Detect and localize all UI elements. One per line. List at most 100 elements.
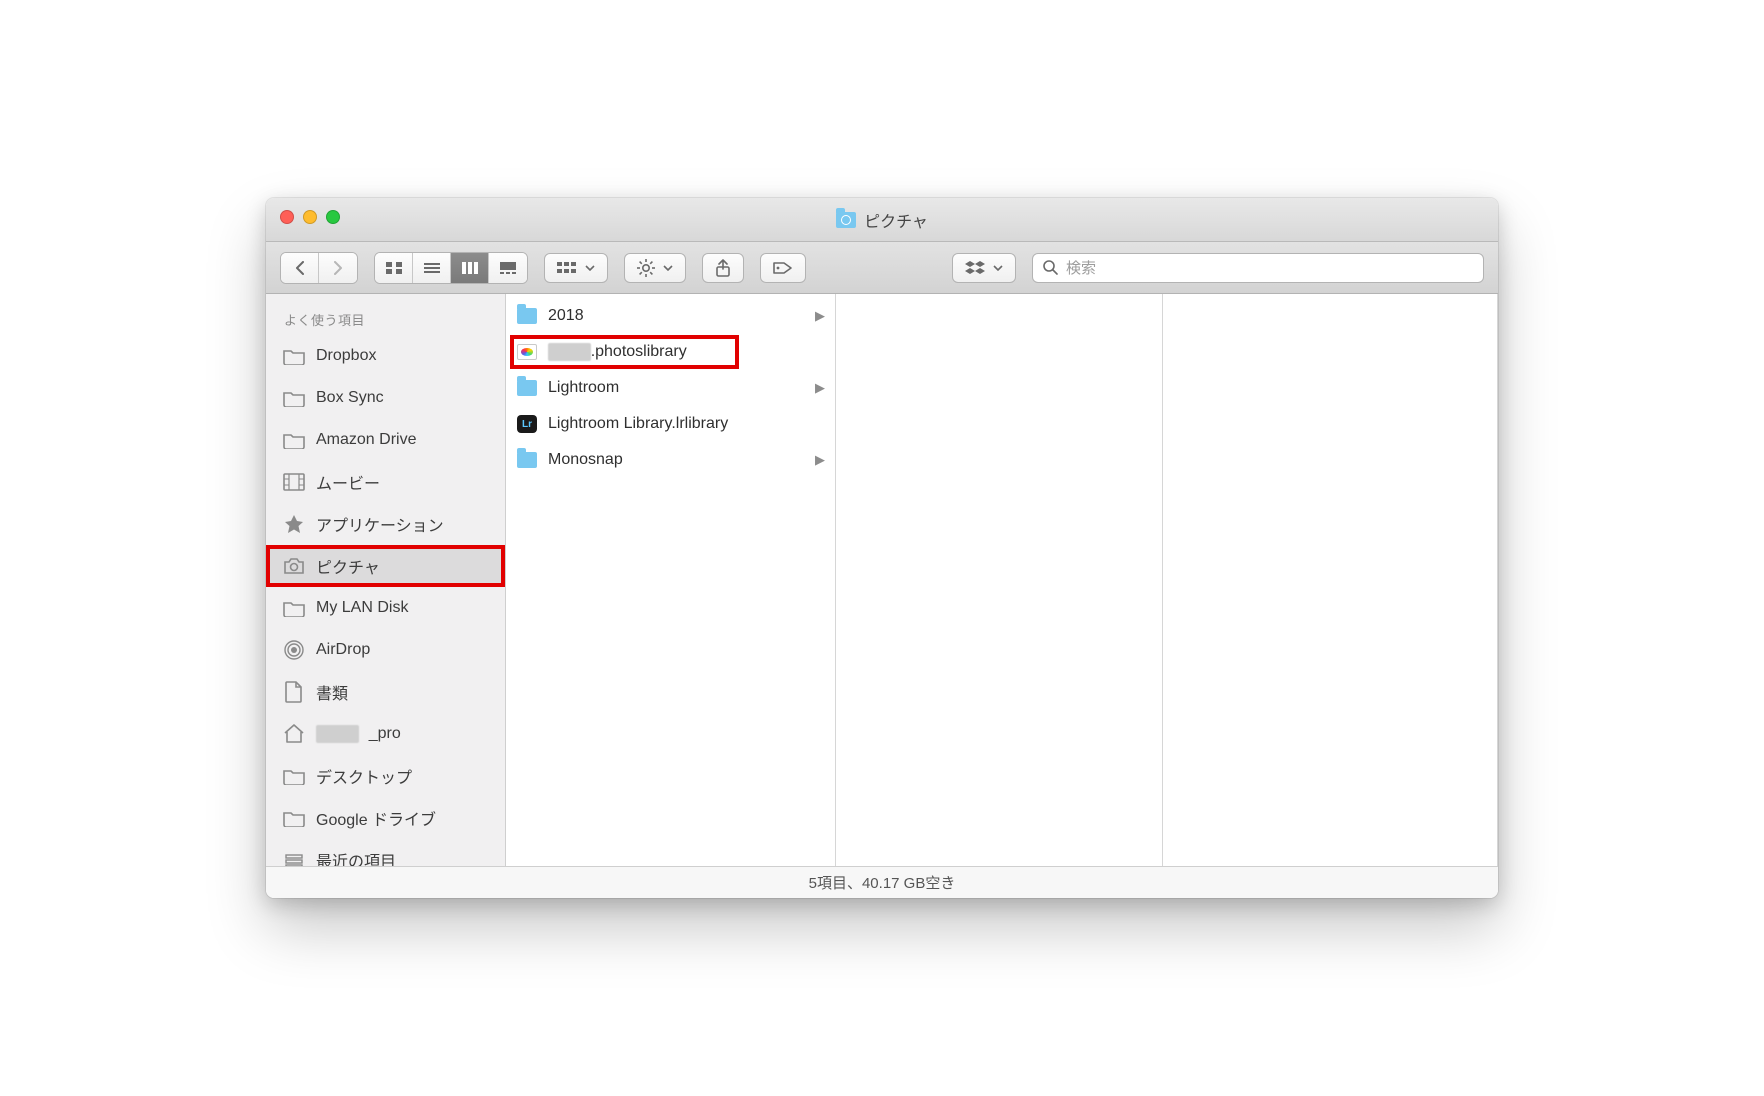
- sidebar-item-label: ムービー: [316, 470, 380, 494]
- sidebar-item-label: 最近の項目: [316, 848, 396, 866]
- search-icon: [1043, 260, 1058, 275]
- sidebar-item-12[interactable]: 最近の項目: [266, 839, 505, 866]
- close-button[interactable]: [280, 210, 294, 224]
- toolbar: 検索: [266, 242, 1498, 294]
- file-row-2[interactable]: Lightroom ▶: [506, 370, 835, 406]
- titlebar: ピクチャ: [266, 198, 1498, 242]
- file-name: Monosnap: [548, 451, 623, 469]
- sidebar-item-label: Dropbox: [316, 347, 376, 365]
- file-name: .photoslibrary: [591, 343, 687, 360]
- back-button[interactable]: [281, 253, 319, 283]
- dropbox-menu-button[interactable]: [952, 253, 1016, 283]
- search-input[interactable]: 検索: [1032, 253, 1484, 283]
- sidebar-item-8[interactable]: 書類: [266, 671, 505, 713]
- view-list-button[interactable]: [413, 253, 451, 283]
- sidebar-item-label: Amazon Drive: [316, 431, 416, 449]
- file-name: Lightroom: [548, 379, 619, 397]
- disclosure-arrow-icon: ▶: [815, 308, 825, 324]
- folder-icon: [517, 452, 537, 468]
- folder-icon: [282, 388, 306, 408]
- share-icon: [715, 259, 731, 277]
- sidebar-item-label: My LAN Disk: [316, 599, 408, 617]
- movie-icon: [282, 472, 306, 492]
- file-list-column: 2018 ▶ XXXX.photoslibrary Lightroom ▶ Lr Light…: [506, 294, 836, 866]
- sidebar-item-1[interactable]: Box Sync: [266, 377, 505, 419]
- folder-icon: [517, 308, 537, 324]
- sidebar-item-6[interactable]: My LAN Disk: [266, 587, 505, 629]
- file-row-1[interactable]: XXXX.photoslibrary: [506, 334, 835, 370]
- file-row-3[interactable]: Lr Lightroom Library.lrlibrary: [506, 406, 835, 442]
- search-placeholder: 検索: [1066, 257, 1096, 278]
- sidebar-favorites-header: よく使う項目: [266, 304, 505, 335]
- column-view: 2018 ▶ XXXX.photoslibrary Lightroom ▶ Lr Light…: [506, 294, 1498, 866]
- sidebar-item-label: Google ドライブ: [316, 806, 436, 830]
- sidebar-item-9[interactable]: XXXX _pro: [266, 713, 505, 755]
- preview-column: [836, 294, 1163, 866]
- finder-window: ピクチャ: [266, 198, 1498, 898]
- view-gallery-button[interactable]: [489, 253, 527, 283]
- sidebar-item-label: デスクトップ: [316, 764, 412, 788]
- folder-icon: [282, 766, 306, 786]
- airdrop-icon: [282, 640, 306, 660]
- chevron-down-icon: [663, 265, 673, 271]
- file-row-4[interactable]: Monosnap ▶: [506, 442, 835, 478]
- disclosure-arrow-icon: ▶: [815, 452, 825, 468]
- action-menu-button[interactable]: [624, 253, 686, 283]
- nav-buttons: [280, 252, 358, 284]
- minimize-button[interactable]: [303, 210, 317, 224]
- view-column-button[interactable]: [451, 253, 489, 283]
- forward-button[interactable]: [319, 253, 357, 283]
- sidebar-item-3[interactable]: ムービー: [266, 461, 505, 503]
- finder-body: よく使う項目 Dropbox Box Sync Amazon Drive ムービーアプ…: [266, 294, 1498, 866]
- share-button[interactable]: [702, 253, 744, 283]
- sidebar-item-label: ピクチャ: [316, 554, 380, 578]
- redacted-text: XXXX: [316, 725, 359, 743]
- pictures-folder-icon: [836, 212, 856, 228]
- file-name: Lightroom Library.lrlibrary: [548, 415, 728, 433]
- sidebar-item-label: 書類: [316, 680, 348, 704]
- group-by-button[interactable]: [544, 253, 608, 283]
- redacted-text: XXXX: [548, 343, 591, 361]
- chevron-down-icon: [585, 265, 595, 271]
- doc-icon: [282, 682, 306, 702]
- sidebar-item-11[interactable]: Google ドライブ: [266, 797, 505, 839]
- status-text: 5項目、40.17 GB空き: [809, 872, 956, 893]
- camera-icon: [282, 556, 306, 576]
- sidebar-item-5[interactable]: ピクチャ: [266, 545, 505, 587]
- lightroom-library-icon: Lr: [517, 415, 537, 433]
- gear-icon: [637, 259, 655, 277]
- traffic-lights: [280, 210, 340, 224]
- tags-button[interactable]: [760, 253, 806, 283]
- sidebar: よく使う項目 Dropbox Box Sync Amazon Drive ムービーアプ…: [266, 294, 506, 866]
- photos-library-icon: [517, 344, 537, 360]
- dropbox-icon: [965, 260, 985, 276]
- window-title: ピクチャ: [836, 208, 928, 232]
- sidebar-item-0[interactable]: Dropbox: [266, 335, 505, 377]
- folder-icon: [282, 430, 306, 450]
- sidebar-item-4[interactable]: アプリケーション: [266, 503, 505, 545]
- folder-icon: [517, 380, 537, 396]
- window-title-text: ピクチャ: [864, 208, 928, 232]
- folder-icon: [282, 808, 306, 828]
- file-name: 2018: [548, 307, 584, 325]
- sidebar-item-10[interactable]: デスクトップ: [266, 755, 505, 797]
- folder-icon: [282, 598, 306, 618]
- sidebar-item-2[interactable]: Amazon Drive: [266, 419, 505, 461]
- sidebar-item-7[interactable]: AirDrop: [266, 629, 505, 671]
- status-bar: 5項目、40.17 GB空き: [266, 866, 1498, 898]
- disclosure-arrow-icon: ▶: [815, 380, 825, 396]
- sidebar-item-label: AirDrop: [316, 641, 370, 659]
- view-icon-button[interactable]: [375, 253, 413, 283]
- chevron-down-icon: [993, 265, 1003, 271]
- right-column: [1163, 294, 1498, 866]
- sidebar-item-label: アプリケーション: [316, 512, 444, 536]
- zoom-button[interactable]: [326, 210, 340, 224]
- sidebar-item-label: Box Sync: [316, 389, 384, 407]
- sidebar-item-label: _pro: [369, 725, 401, 743]
- tag-icon: [773, 260, 793, 276]
- recent-icon: [282, 850, 306, 866]
- home-icon: [282, 724, 306, 744]
- apps-icon: [282, 514, 306, 534]
- file-row-0[interactable]: 2018 ▶: [506, 298, 835, 334]
- view-mode-buttons: [374, 252, 528, 284]
